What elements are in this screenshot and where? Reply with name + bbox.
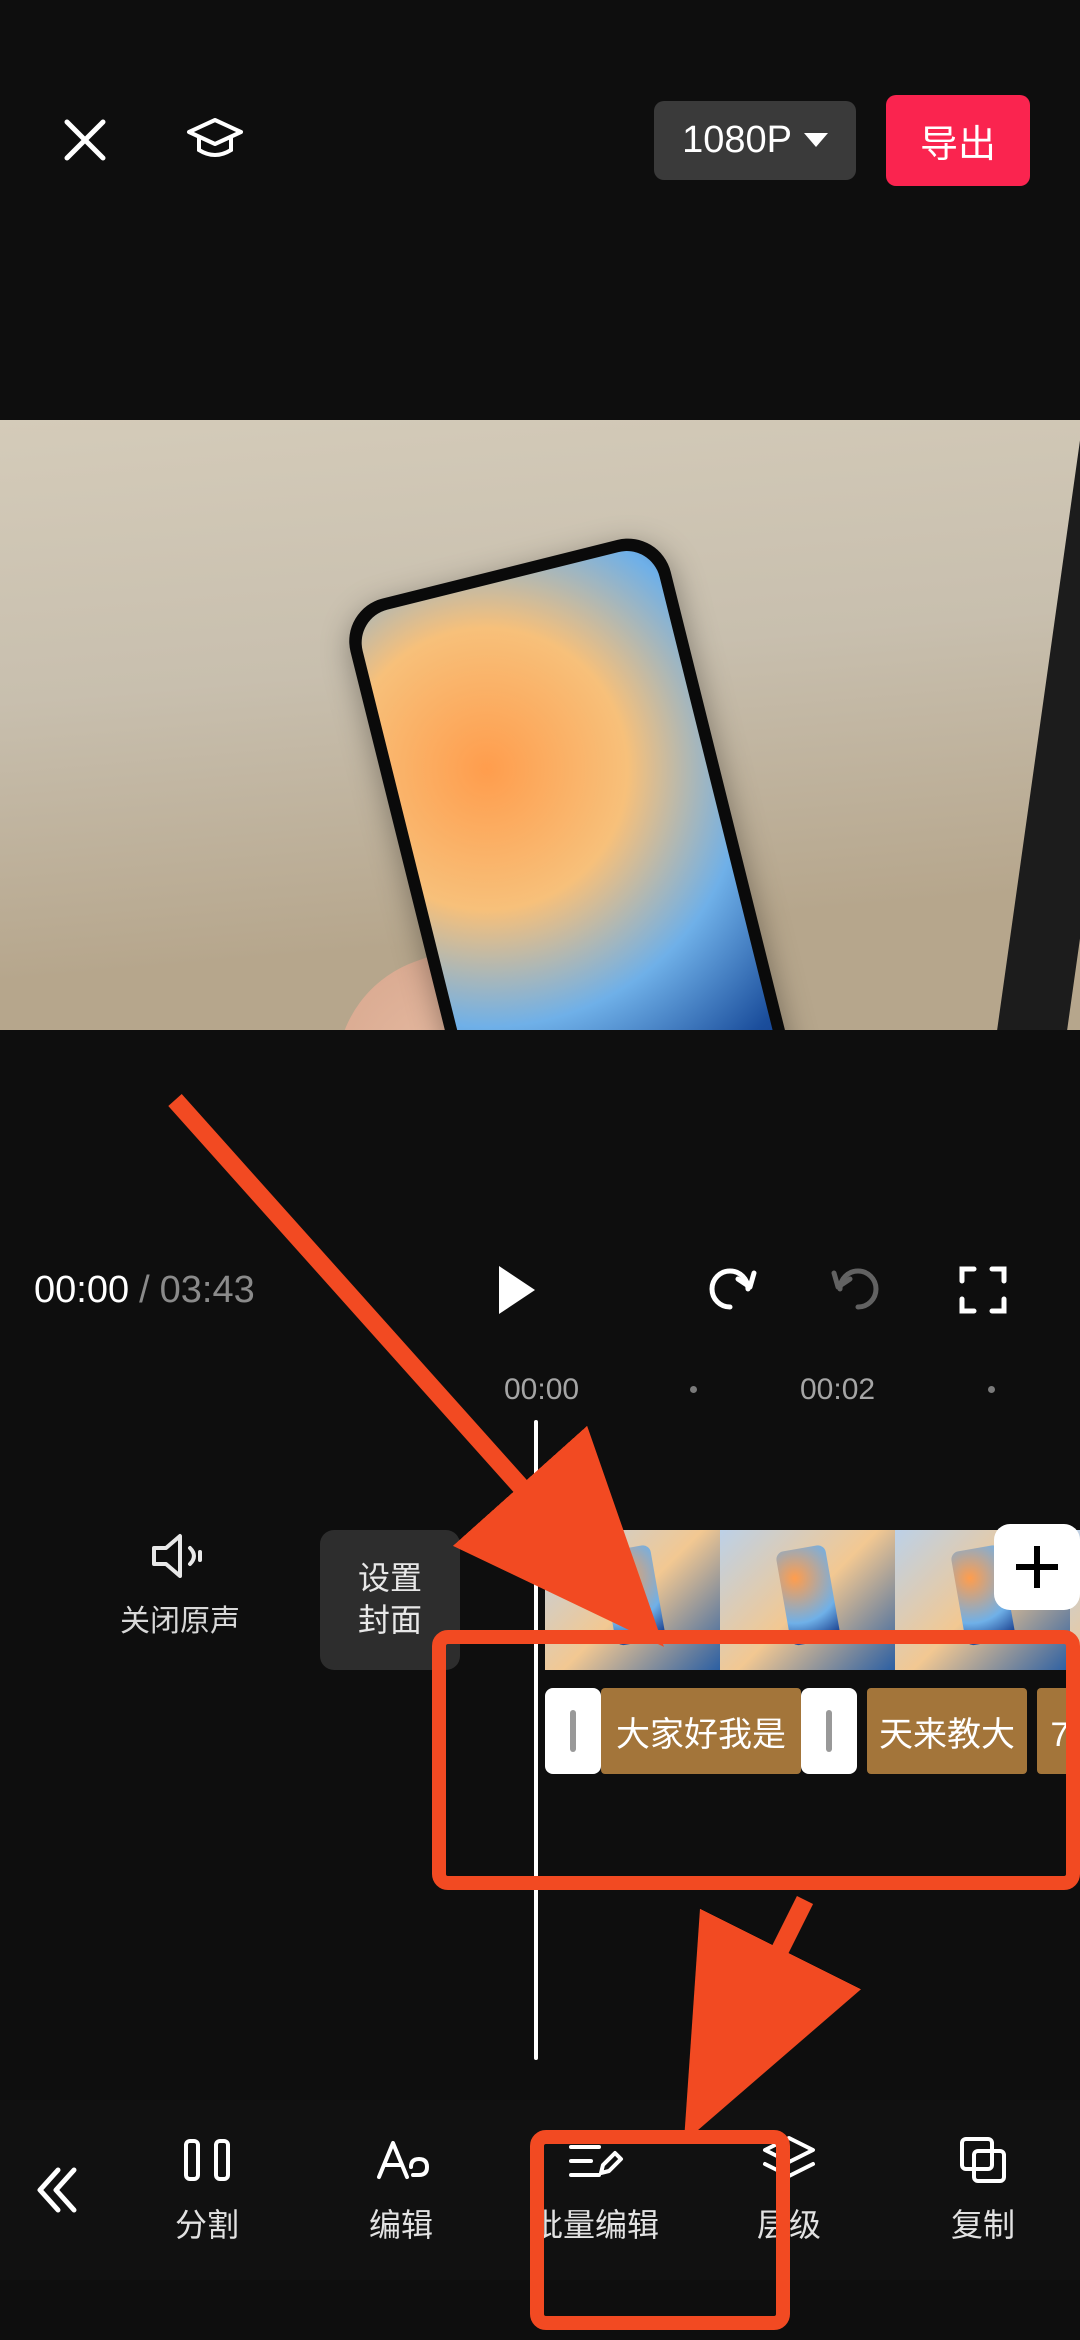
tool-batch-edit[interactable]: 批量编辑 (498, 2134, 692, 2246)
time-separator: / (139, 1269, 150, 1312)
copy-icon (956, 2133, 1010, 2187)
play-button[interactable] (478, 1255, 548, 1325)
tool-label: 编辑 (369, 2200, 433, 2246)
tool-layer[interactable]: 层级 (692, 2134, 886, 2246)
mute-original-audio[interactable]: 关闭原声 (110, 1530, 250, 1640)
collapse-toolbar-button[interactable] (0, 2110, 110, 2270)
ruler-dot (690, 1386, 697, 1393)
export-label: 导出 (920, 124, 996, 166)
header-left (50, 105, 250, 175)
caption-track[interactable]: 大家好我是 天来教大 7个 (545, 1688, 1080, 1774)
split-icon (180, 2133, 234, 2187)
set-cover-button[interactable]: 设置 封面 (320, 1530, 460, 1670)
caption-block[interactable]: 天来教大 (867, 1688, 1027, 1774)
tutorial-button[interactable] (180, 105, 250, 175)
chevron-left-double-icon (30, 2162, 80, 2218)
tool-split[interactable]: 分割 (110, 2134, 304, 2246)
video-preview[interactable] (0, 420, 1080, 1030)
text-edit-icon (373, 2135, 429, 2185)
timeline-ruler[interactable]: 00:00 00:02 (0, 1360, 1080, 1420)
fullscreen-icon (958, 1265, 1008, 1315)
caption-block[interactable]: 7个 (1037, 1688, 1080, 1774)
speaker-icon (150, 1530, 210, 1582)
timeline-area[interactable]: 关闭原声 设置 封面 大家好我是 天来教大 (0, 1420, 1080, 2140)
tool-label: 层级 (757, 2200, 821, 2246)
ruler-dot (988, 1386, 995, 1393)
graduation-cap-icon (185, 116, 245, 164)
close-icon (59, 114, 111, 166)
clip-thumb[interactable] (720, 1530, 895, 1670)
tool-copy[interactable]: 复制 (886, 2134, 1080, 2246)
redo-button[interactable] (822, 1255, 892, 1325)
play-icon (499, 1266, 535, 1314)
batch-edit-icon (565, 2135, 625, 2185)
playhead[interactable] (534, 1420, 538, 2060)
time-duration: 03:43 (160, 1269, 255, 1312)
tool-label: 分割 (175, 2200, 239, 2246)
add-clip-button[interactable] (994, 1524, 1080, 1610)
caption-handle-right[interactable] (801, 1688, 857, 1774)
undo-button[interactable] (696, 1255, 766, 1325)
tool-row: 分割 编辑 (110, 2134, 1080, 2246)
preview-phone-graphic (340, 529, 810, 1030)
close-button[interactable] (50, 105, 120, 175)
caption-text: 7个 (1051, 1707, 1080, 1756)
tool-label: 批量编辑 (531, 2200, 659, 2246)
playback-bar: 00:00 / 03:43 (0, 1240, 1080, 1340)
chevron-down-icon (804, 133, 828, 147)
clip-thumb[interactable] (545, 1530, 720, 1670)
preview-phone-screen (354, 544, 795, 1030)
ruler-mark-0: 00:00 (504, 1373, 579, 1407)
fullscreen-button[interactable] (948, 1255, 1018, 1325)
set-cover-label: 设置 封面 (358, 1558, 422, 1641)
plus-icon (1034, 1546, 1040, 1588)
export-button[interactable]: 导出 (886, 95, 1030, 186)
ruler-mark-1: 00:02 (800, 1373, 875, 1407)
app-root: 1080P 导出 00:00 / 03:43 (0, 0, 1080, 2340)
resolution-label: 1080P (682, 119, 792, 162)
header-bar: 1080P 导出 (0, 80, 1080, 200)
caption-text: 大家好我是 (616, 1707, 786, 1756)
time-current: 00:00 (34, 1269, 129, 1312)
caption-block[interactable]: 大家好我是 (601, 1688, 801, 1774)
tool-edit[interactable]: 编辑 (304, 2134, 498, 2246)
undo-icon (704, 1265, 758, 1315)
caption-handle-left[interactable] (545, 1688, 601, 1774)
caption-text: 天来教大 (879, 1707, 1015, 1756)
bottom-toolbar: 分割 编辑 (0, 2100, 1080, 2280)
redo-icon (830, 1265, 884, 1315)
resolution-dropdown[interactable]: 1080P (654, 101, 856, 180)
mute-label: 关闭原声 (110, 1596, 250, 1640)
layers-icon (761, 2134, 817, 2186)
tool-label: 复制 (951, 2200, 1015, 2246)
